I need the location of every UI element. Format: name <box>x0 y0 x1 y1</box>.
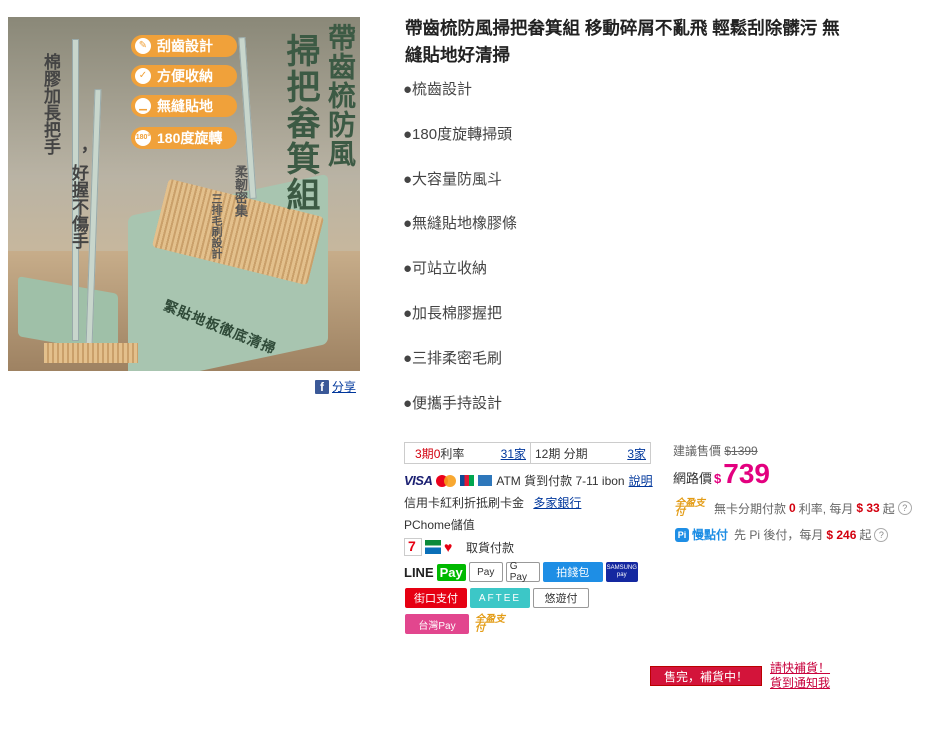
feature-item: ●三排柔密毛刷 <box>403 349 503 367</box>
jkopay-button[interactable]: 街口支付 <box>405 588 467 608</box>
gopay-installment-row: 全盈支付 無卡分期付款 0 利率, 每月 $ 33 起 ? <box>675 498 912 518</box>
feature-item: ●便攜手持設計 <box>403 394 503 412</box>
seven-eleven-icon <box>404 538 422 556</box>
image-handle-text: 棉膠加長把手 <box>40 53 60 155</box>
gopay-button[interactable]: 全盈支付 <box>472 614 512 634</box>
visa-icon: VISA <box>404 473 433 488</box>
installment-table: 3期0利率 31家 12期 分期 3家 <box>404 442 651 464</box>
net-price: 網路價 $ 739 <box>673 458 770 489</box>
suggested-price: 建議售價 $1399 <box>673 444 758 458</box>
taiwan-pay-button[interactable]: 台灣Pay <box>405 614 469 634</box>
sweep-icon: ▁ <box>135 98 151 114</box>
help-icon[interactable]: ? <box>874 527 889 542</box>
mastercard-icon <box>436 474 457 487</box>
samsung-pay-button[interactable]: SAMSUNG pay <box>605 562 638 582</box>
stored-value-text: PChome儲值 <box>404 518 475 532</box>
small-broom-bristle-graphic <box>44 343 138 363</box>
payment-cards-row: VISA ATM 貨到付款 7-11 ibon 說明 <box>404 472 653 489</box>
feature-item: ●大容量防風斗 <box>403 170 503 188</box>
pay-buttons-row1: LINE Pay Pay G Pay 拍錢包 SAMSUNG pay <box>404 561 638 583</box>
soldout-button[interactable]: 售完，補貨中！ <box>650 666 762 686</box>
rotate-180-icon: 180° <box>135 130 151 146</box>
amex-icon <box>478 475 493 486</box>
hilife-icon: ♥ <box>444 539 453 555</box>
apple-pay-button[interactable]: Pay <box>468 562 503 582</box>
gopay-logo-icon: 全盈支付 <box>675 498 705 518</box>
familymart-icon <box>425 540 441 554</box>
bank-list-link[interactable]: 多家銀行 <box>533 496 581 510</box>
aftee-button[interactable]: AFTEE <box>470 588 530 608</box>
pi-installment-row: Pi 慢點付 先 Pi 後付，每月 $ 246 起 ? <box>675 526 889 543</box>
image-title-line2: 掃把畚箕組 <box>280 33 320 213</box>
product-image[interactable]: ✎ 刮齒設計 ✓ 方便收納 ▁ 無縫貼地 180° 180度旋轉 帶齒梳防風 掃把畚箕組… <box>4 13 364 375</box>
facebook-icon: f <box>315 379 329 394</box>
feature-item: ●無縫貼地橡膠條 <box>403 215 518 233</box>
easywallet-button[interactable]: 悠遊付 <box>533 588 589 608</box>
pickup-pay-row: ♥ 取貨付款 <box>404 538 514 556</box>
pi-wallet-button[interactable]: 拍錢包 <box>542 562 603 582</box>
installment-3: 3期0利率 31家 <box>415 445 526 462</box>
feature-item: ●180度旋轉掃頭 <box>403 125 513 143</box>
request-restock-link[interactable]: 請快補貨！ <box>770 661 830 676</box>
brush-icon: ✎ <box>135 38 151 54</box>
image-title-line1: 帶齒梳防風 <box>324 23 357 168</box>
feature-item: ●梳齒設計 <box>403 81 473 98</box>
image-brush-text: 柔韌密集 <box>232 165 247 217</box>
feature-item: ●可站立收納 <box>403 260 488 278</box>
notify-me-link[interactable]: 貨到通知我 <box>770 676 830 691</box>
image-brush-text-2: 三排毛刷設計 <box>210 193 223 259</box>
feature-list: ●梳齒設計 ●180度旋轉掃頭 ●大容量防風斗 ●無縫貼地橡膠條 ●可站立收納 … <box>403 79 517 437</box>
facebook-share[interactable]: f 分享 <box>315 378 356 395</box>
installment-12-banks-link[interactable]: 3家 <box>627 445 646 462</box>
jcb-icon <box>460 475 475 486</box>
payment-explain-link[interactable]: 說明 <box>629 472 653 489</box>
pay-buttons-row3: 台灣Pay 全盈支付 <box>405 614 512 634</box>
pay-buttons-row2: 街口支付 AFTEE 悠遊付 <box>405 588 589 608</box>
pi-logo-icon: Pi <box>675 527 689 542</box>
share-link[interactable]: 分享 <box>332 378 356 395</box>
credit-bonus-row: 信用卡紅利折抵刷卡金 多家銀行 <box>404 496 582 510</box>
image-handle-text-2: ，好握不傷手 <box>68 147 88 249</box>
check-icon: ✓ <box>135 68 151 84</box>
line-pay-button[interactable]: LINE Pay <box>404 562 466 582</box>
feature-badge-2: ✓ 方便收納 <box>131 65 237 87</box>
feature-item: ●加長棉膠握把 <box>403 304 503 322</box>
help-icon[interactable]: ? <box>897 501 912 515</box>
price-value: 739 <box>723 458 770 489</box>
feature-badge-1: ✎ 刮齒設計 <box>131 35 237 57</box>
feature-badge-4: 180° 180度旋轉 <box>131 127 237 149</box>
restock-notify: 請快補貨！ 貨到通知我 <box>770 661 830 691</box>
product-title: 帶齒梳防風掃把畚箕組 移動碎屑不亂飛 輕鬆刮除髒污 無縫貼地好清掃 <box>405 18 840 65</box>
google-pay-button[interactable]: G Pay <box>505 561 540 583</box>
installment-3-banks-link[interactable]: 31家 <box>501 445 526 462</box>
installment-12: 12期 分期 3家 <box>530 443 650 463</box>
feature-badge-3: ▁ 無縫貼地 <box>131 95 237 117</box>
